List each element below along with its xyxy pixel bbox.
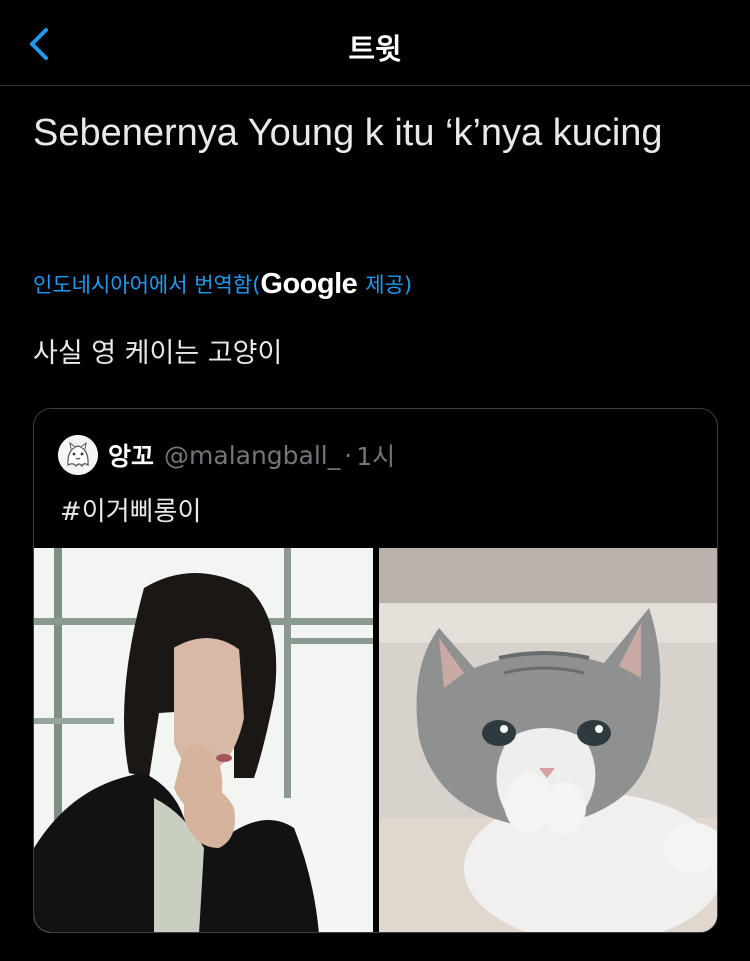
google-logo: Google <box>260 267 358 300</box>
quoted-timestamp: 1시 <box>356 442 396 471</box>
avatar[interactable] <box>58 435 98 475</box>
quoted-handle[interactable]: @malangball_ <box>164 441 340 470</box>
translation-prefix: 인도네시아어에서 번역함( <box>33 273 261 297</box>
translation-attribution[interactable]: 인도네시아어에서 번역함( Google 제공) <box>33 266 412 302</box>
photo-kitten[interactable] <box>379 548 717 932</box>
page-title: 트윗 <box>348 32 402 66</box>
quoted-tweet-text[interactable]: #이거삐롱이 <box>60 491 201 528</box>
top-bar: 트윗 <box>0 0 750 86</box>
media-grid <box>34 548 717 932</box>
photo-man-portrait[interactable] <box>34 548 373 932</box>
translated-text: 사실 영 케이는 고양이 <box>33 338 283 369</box>
ghost-cat-avatar-icon <box>58 435 98 475</box>
separator-dot: · <box>344 440 353 470</box>
quoted-tweet-header: 앙꼬 @malangball_ · 1시 <box>58 435 395 475</box>
quoted-display-name[interactable]: 앙꼬 <box>108 437 154 473</box>
man-portrait-image <box>34 548 373 932</box>
tweet-text: Sebenernya Young k itu ‘k’nya kucing <box>33 112 663 154</box>
translation-suffix: 제공) <box>365 273 413 297</box>
kitten-image <box>379 548 717 932</box>
quoted-tweet-card[interactable]: 앙꼬 @malangball_ · 1시 #이거삐롱이 <box>33 408 718 933</box>
